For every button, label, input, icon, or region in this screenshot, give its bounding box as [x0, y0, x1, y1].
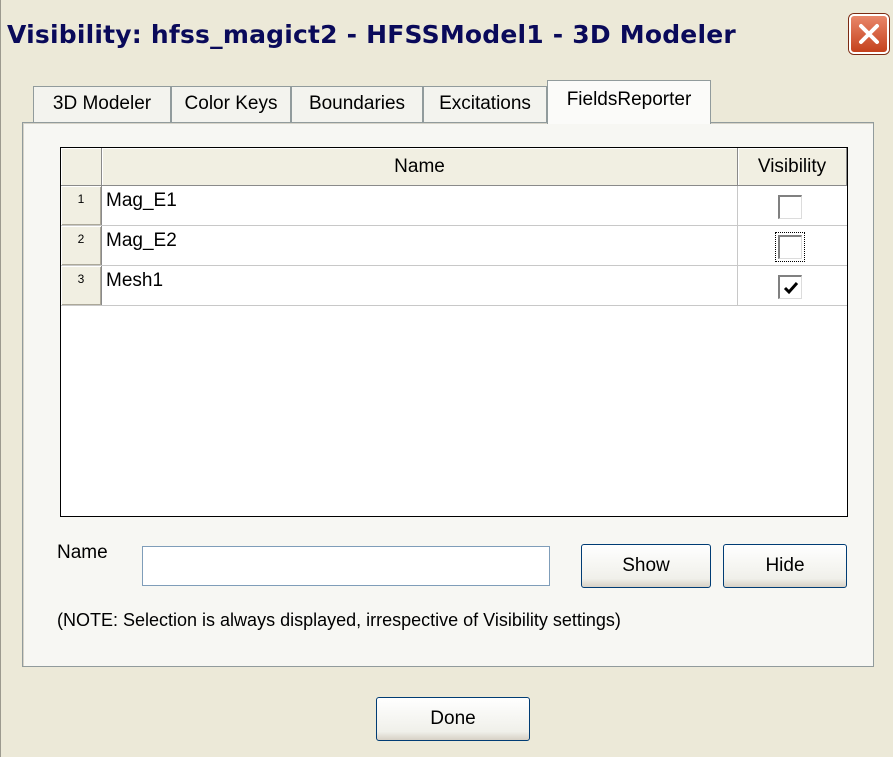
visibility-dialog: Visibility: hfss_magict2 - HFSSModel1 - …: [0, 0, 893, 757]
column-header-visibility[interactable]: Visibility: [738, 148, 847, 186]
column-header-name[interactable]: Name: [102, 148, 738, 186]
window-title: Visibility: hfss_magict2 - HFSSModel1 - …: [7, 20, 736, 49]
row-number[interactable]: 3: [61, 266, 102, 305]
row-name-cell[interactable]: Mag_E1: [102, 186, 738, 225]
close-button[interactable]: [849, 14, 889, 54]
hide-button[interactable]: Hide: [723, 544, 847, 588]
tab-boundaries[interactable]: Boundaries: [291, 86, 423, 122]
visibility-checkbox[interactable]: [778, 195, 802, 219]
row-visibility-cell: [738, 266, 847, 305]
tab-3d-modeler[interactable]: 3D Modeler: [33, 86, 171, 122]
tab-excitations[interactable]: Excitations: [423, 86, 547, 122]
visibility-checkbox[interactable]: [775, 232, 805, 262]
row-name-cell[interactable]: Mesh1: [102, 266, 738, 305]
name-label: Name: [57, 542, 108, 563]
done-button[interactable]: Done: [376, 697, 530, 741]
title-bar: Visibility: hfss_magict2 - HFSSModel1 - …: [1, 0, 893, 66]
visibility-table: Name Visibility 1 Mag_E1 2 Mag_E2 3 Mesh…: [60, 147, 848, 517]
checkmark-icon: [783, 282, 799, 295]
row-visibility-cell: [738, 226, 847, 265]
tab-fieldsreporter[interactable]: FieldsReporter: [547, 80, 711, 124]
row-number[interactable]: 1: [61, 186, 102, 225]
row-visibility-cell: [738, 186, 847, 225]
tab-color-keys[interactable]: Color Keys: [171, 86, 291, 122]
name-input[interactable]: [142, 546, 550, 586]
table-row[interactable]: 2 Mag_E2: [61, 226, 847, 266]
show-button[interactable]: Show: [581, 544, 711, 588]
row-number[interactable]: 2: [61, 226, 102, 265]
corner-header-cell: [61, 148, 102, 186]
row-name-cell[interactable]: Mag_E2: [102, 226, 738, 265]
visibility-checkbox[interactable]: [778, 275, 802, 299]
table-row[interactable]: 3 Mesh1: [61, 266, 847, 306]
table-header: Name Visibility: [61, 148, 847, 186]
selection-note: (NOTE: Selection is always displayed, ir…: [57, 610, 621, 630]
close-x-icon: [859, 24, 879, 44]
table-row[interactable]: 1 Mag_E1: [61, 186, 847, 226]
